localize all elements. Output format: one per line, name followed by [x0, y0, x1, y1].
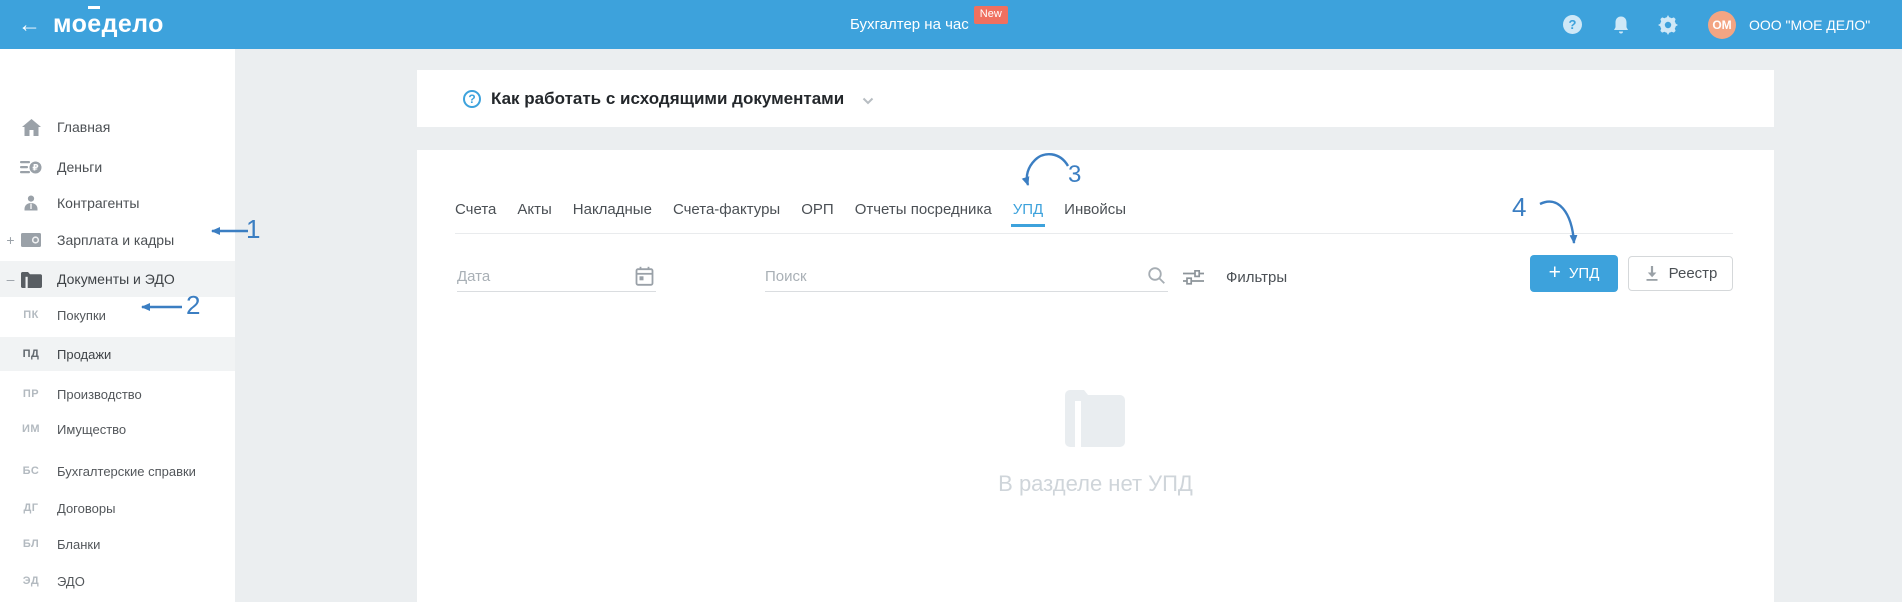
sidebar-item-label: ЭДО — [57, 573, 85, 589]
sidebar-item-property[interactable]: ИМ Имущество — [0, 411, 235, 447]
sidebar-item-accounting-certificates[interactable]: БС Бухгалтерские справки — [0, 453, 235, 489]
new-badge: New — [973, 5, 1008, 24]
sidebar-item-label: Деньги — [57, 159, 103, 175]
person-icon — [18, 194, 44, 212]
tab-nakladnye[interactable]: Накладные — [573, 200, 652, 220]
tab-upd[interactable]: УПД — [1010, 200, 1046, 227]
sidebar-item-salary[interactable]: + Зарплата и кадры — [0, 222, 235, 258]
download-icon — [1644, 265, 1660, 282]
sidebar-item-label: Бухгалтерские справки — [57, 463, 196, 479]
promo-link[interactable]: Бухгалтер на час New — [850, 0, 1008, 49]
user-avatar[interactable]: ОМ — [1708, 10, 1736, 39]
help-bar: ? Как работать с исходящими документами — [417, 70, 1774, 127]
sidebar-item-edo[interactable]: ЭД ЭДО — [0, 563, 235, 599]
promo-label: Бухгалтер на час — [850, 16, 969, 33]
sidebar-item-documents-edo[interactable]: – Документы и ЭДО — [0, 261, 235, 297]
empty-folder-icon — [1065, 390, 1125, 452]
empty-state-message: В разделе нет УПД — [998, 471, 1193, 496]
date-input[interactable] — [457, 262, 656, 291]
back-arrow-icon[interactable]: ← — [18, 0, 41, 49]
add-upd-label: УПД — [1568, 265, 1600, 282]
sidebar-item-label: Производство — [57, 386, 142, 402]
sidebar-item-label: Зарплата и кадры — [57, 232, 175, 248]
sidebar-item-counterparties[interactable]: Контрагенты — [0, 185, 235, 221]
tab-orp[interactable]: ОРП — [801, 200, 833, 220]
sidebar-item-home[interactable]: Главная — [0, 109, 235, 145]
help-icon[interactable]: ? — [1563, 15, 1582, 34]
sidebar-item-label: Документы и ЭДО — [57, 271, 175, 287]
sidebar-item-sales[interactable]: ПД Продажи — [0, 337, 235, 371]
sidebar-item-money[interactable]: ₽ Деньги — [0, 149, 235, 185]
sidebar-item-contracts[interactable]: ДГ Договоры — [0, 490, 235, 526]
money-icon: ₽ — [18, 157, 44, 177]
svg-text:₽: ₽ — [32, 163, 38, 173]
help-title: Как работать с исходящими документами — [491, 88, 845, 108]
sidebar-item-forms[interactable]: БЛ Бланки — [0, 526, 235, 562]
sidebar-item-production[interactable]: ПР Производство — [0, 376, 235, 412]
add-upd-button[interactable]: + УПД — [1530, 255, 1618, 292]
item-badge: ИМ — [21, 423, 41, 435]
filter-sliders-icon[interactable] — [1183, 269, 1204, 290]
sidebar-item-label: Продажи — [57, 346, 112, 362]
expand-plus-icon[interactable]: + — [5, 232, 16, 248]
settings-gear-icon[interactable] — [1658, 14, 1678, 35]
app-logo[interactable]: мо е дело — [53, 0, 164, 49]
item-badge: БЛ — [22, 538, 40, 550]
topbar-right: ? ОМ ООО "МОЕ ДЕЛО" — [1563, 0, 1870, 49]
tab-otchety-posrednika[interactable]: Отчеты посредника — [855, 200, 992, 220]
register-button[interactable]: Реестр — [1628, 256, 1733, 291]
sidebar-item-label: Имущество — [57, 421, 127, 437]
sidebar-item-label: Договоры — [57, 500, 116, 516]
tab-akty[interactable]: Акты — [517, 200, 551, 220]
annotation-step-1: 1 — [246, 214, 261, 244]
search-input[interactable] — [765, 262, 1168, 291]
search-icon[interactable] — [1147, 266, 1166, 290]
item-badge: ПР — [22, 388, 40, 400]
company-name[interactable]: ООО "МОЕ ДЕЛО" — [1749, 17, 1870, 33]
date-filter-field — [457, 262, 656, 292]
logo-text-e: е — [87, 6, 102, 38]
sidebar-item-label: Бланки — [57, 536, 101, 552]
search-filter-field — [765, 262, 1168, 292]
sidebar-item-label: Контрагенты — [57, 195, 140, 211]
item-badge: ЭД — [22, 575, 40, 587]
tabs-bar: Счета Акты Накладные Счета-фактуры ОРП О… — [455, 200, 1733, 234]
topbar: ← мо е дело Бухгалтер на час New ? ОМ ООО… — [0, 0, 1902, 49]
question-icon[interactable]: ? — [463, 89, 481, 108]
sidebar-item-label: Покупки — [57, 307, 106, 323]
logo-text-2: дело — [101, 10, 164, 38]
calendar-icon[interactable] — [635, 266, 654, 292]
sidebar-item-purchases[interactable]: ПК Покупки — [0, 297, 235, 333]
filters-label[interactable]: Фильтры — [1226, 269, 1287, 286]
folder-icon — [18, 271, 44, 288]
item-badge: ПД — [22, 348, 40, 360]
tab-scheta-faktury[interactable]: Счета-фактуры — [673, 200, 780, 220]
tab-invoysy[interactable]: Инвойсы — [1064, 200, 1126, 220]
home-icon — [18, 118, 44, 136]
logo-text: мо — [53, 10, 88, 38]
collapse-minus-icon[interactable]: – — [5, 271, 16, 287]
register-label: Реестр — [1668, 265, 1718, 282]
salary-card-icon — [18, 232, 44, 248]
plus-icon: + — [1548, 260, 1561, 284]
tab-scheta[interactable]: Счета — [455, 200, 496, 220]
notifications-bell-icon[interactable] — [1612, 15, 1630, 35]
app-screen: ← мо е дело Бухгалтер на час New ? ОМ ООО… — [0, 0, 1902, 602]
item-badge: ПК — [23, 309, 39, 321]
item-badge: ДГ — [23, 502, 39, 514]
sidebar-item-label: Главная — [57, 119, 111, 135]
sidebar: Главная ₽ Деньги Контрагенты + Зарплата … — [0, 49, 235, 602]
main-panel: Счета Акты Накладные Счета-фактуры ОРП О… — [417, 150, 1774, 602]
item-badge: БС — [22, 465, 40, 477]
chevron-down-icon[interactable] — [862, 92, 874, 110]
